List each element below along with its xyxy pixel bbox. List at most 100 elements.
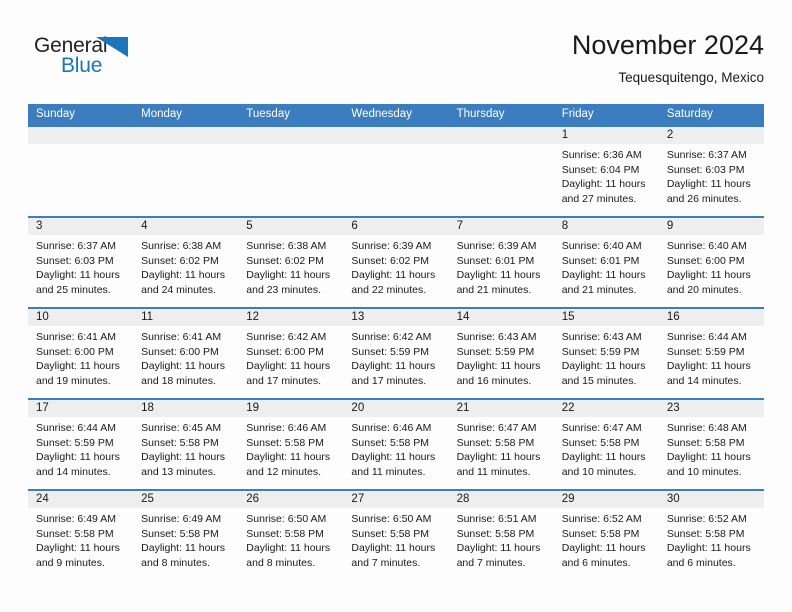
daylight-text-line1: Daylight: 11 hours (351, 360, 436, 373)
daylight-text-line1: Daylight: 11 hours (456, 360, 541, 373)
weekday-header-thursday: Thursday (456, 108, 505, 120)
daylight-text-line2: and 11 minutes. (351, 465, 426, 478)
sunrise-text: Sunrise: 6:39 AM (456, 240, 537, 252)
daylight-text-line2: and 16 minutes. (456, 374, 532, 387)
day-number: 16 (666, 311, 680, 323)
day-cell[interactable]: Sunrise: 6:48 AM Sunset: 5:58 PM Dayligh… (659, 417, 764, 489)
daylight-text-line2: and 7 minutes. (351, 556, 421, 569)
sunrise-text: Sunrise: 6:40 AM (666, 240, 747, 252)
sunset-text: Sunset: 5:58 PM (561, 527, 640, 540)
calendar-page: General Blue November 2024 Tequesquiteng… (0, 0, 792, 612)
day-cell[interactable]: Sunrise: 6:45 AM Sunset: 5:58 PM Dayligh… (133, 417, 238, 489)
daylight-text-line1: Daylight: 11 hours (246, 451, 331, 464)
sunrise-text: Sunrise: 6:49 AM (36, 513, 116, 525)
day-number: 29 (561, 493, 575, 505)
sunset-text: Sunset: 5:58 PM (561, 436, 640, 449)
day-cell[interactable]: Sunrise: 6:40 AM Sunset: 6:00 PM Dayligh… (659, 235, 764, 307)
day-number: 26 (246, 493, 260, 505)
day-cell[interactable]: Sunrise: 6:49 AM Sunset: 5:58 PM Dayligh… (133, 508, 238, 580)
daylight-text-line1: Daylight: 11 hours (141, 542, 225, 555)
day-number (133, 127, 238, 144)
day-cell[interactable]: Sunrise: 6:51 AM Sunset: 5:58 PM Dayligh… (449, 508, 554, 580)
daylight-text-line2: and 17 minutes. (246, 374, 321, 387)
sunrise-text: Sunrise: 6:44 AM (666, 331, 747, 343)
day-cell[interactable]: Sunrise: 6:42 AM Sunset: 6:00 PM Dayligh… (238, 326, 343, 398)
daylight-text-line2: and 19 minutes. (36, 374, 111, 387)
day-number: 11 (141, 311, 154, 323)
day-cell[interactable]: Sunrise: 6:39 AM Sunset: 6:02 PM Dayligh… (343, 235, 448, 307)
weekday-header-row: Sunday Monday Tuesday Wednesday Thursday… (28, 104, 764, 125)
daylight-text-line2: and 17 minutes. (351, 374, 427, 387)
daylight-text-line2: and 14 minutes. (36, 465, 111, 478)
day-cell[interactable]: Sunrise: 6:37 AM Sunset: 6:03 PM Dayligh… (28, 235, 133, 307)
daylight-text-line1: Daylight: 11 hours (561, 542, 646, 555)
day-cell-empty (343, 144, 448, 216)
day-cell[interactable]: Sunrise: 6:43 AM Sunset: 5:59 PM Dayligh… (449, 326, 554, 398)
day-cell[interactable]: Sunrise: 6:44 AM Sunset: 5:59 PM Dayligh… (659, 326, 764, 398)
day-number: 13 (351, 311, 365, 323)
day-cell[interactable]: Sunrise: 6:38 AM Sunset: 6:02 PM Dayligh… (133, 235, 238, 307)
sunrise-text: Sunrise: 6:46 AM (351, 422, 432, 434)
daylight-text-line2: and 10 minutes. (666, 465, 742, 478)
day-cell[interactable]: Sunrise: 6:38 AM Sunset: 6:02 PM Dayligh… (238, 235, 343, 307)
day-cell[interactable]: Sunrise: 6:49 AM Sunset: 5:58 PM Dayligh… (28, 508, 133, 580)
day-cell[interactable]: Sunrise: 6:44 AM Sunset: 5:59 PM Dayligh… (28, 417, 133, 489)
sunrise-text: Sunrise: 6:49 AM (141, 513, 222, 525)
day-number: 22 (561, 402, 575, 414)
day-number: 1 (561, 129, 569, 141)
daylight-text-line2: and 15 minutes. (561, 374, 637, 387)
sunset-text: Sunset: 5:59 PM (456, 345, 535, 358)
day-cell[interactable]: Sunrise: 6:47 AM Sunset: 5:58 PM Dayligh… (554, 417, 659, 489)
daylight-text-line1: Daylight: 11 hours (561, 269, 646, 282)
day-cell[interactable]: Sunrise: 6:47 AM Sunset: 5:58 PM Dayligh… (449, 417, 554, 489)
daylight-text-line2: and 6 minutes. (666, 556, 736, 569)
day-cell[interactable]: Sunrise: 6:41 AM Sunset: 6:00 PM Dayligh… (133, 326, 238, 398)
day-number: 15 (561, 311, 575, 323)
day-cell[interactable]: Sunrise: 6:36 AM Sunset: 6:04 PM Dayligh… (554, 144, 659, 216)
daylight-text-line2: and 27 minutes. (561, 192, 637, 205)
day-number: 6 (351, 220, 358, 232)
week-body: Sunrise: 6:49 AM Sunset: 5:58 PM Dayligh… (28, 508, 764, 580)
day-cell[interactable]: Sunrise: 6:46 AM Sunset: 5:58 PM Dayligh… (238, 417, 343, 489)
sunset-text: Sunset: 6:02 PM (141, 254, 219, 267)
day-cell[interactable]: Sunrise: 6:46 AM Sunset: 5:58 PM Dayligh… (343, 417, 448, 489)
sunrise-text: Sunrise: 6:52 AM (666, 513, 747, 525)
sunrise-text: Sunrise: 6:42 AM (246, 331, 327, 343)
day-cell[interactable]: Sunrise: 6:43 AM Sunset: 5:59 PM Dayligh… (554, 326, 659, 398)
daylight-text-line1: Daylight: 11 hours (666, 269, 751, 282)
day-number: 21 (456, 402, 470, 414)
sunset-text: Sunset: 5:59 PM (561, 345, 640, 358)
sunrise-text: Sunrise: 6:41 AM (141, 331, 222, 343)
day-cell[interactable]: Sunrise: 6:52 AM Sunset: 5:58 PM Dayligh… (554, 508, 659, 580)
daylight-text-line1: Daylight: 11 hours (666, 451, 751, 464)
daylight-text-line2: and 24 minutes. (141, 283, 216, 296)
day-cell[interactable]: Sunrise: 6:39 AM Sunset: 6:01 PM Dayligh… (449, 235, 554, 307)
sunset-text: Sunset: 5:58 PM (36, 527, 114, 540)
week-number-band: 17 18 19 20 21 22 23 (28, 400, 764, 417)
daylight-text-line2: and 8 minutes. (141, 556, 211, 569)
sunset-text: Sunset: 5:58 PM (666, 527, 745, 540)
daylight-text-line1: Daylight: 11 hours (246, 360, 331, 373)
weekday-header-wednesday: Wednesday (351, 108, 412, 120)
sunset-text: Sunset: 6:03 PM (666, 163, 745, 176)
day-cell[interactable]: Sunrise: 6:50 AM Sunset: 5:58 PM Dayligh… (238, 508, 343, 580)
daylight-text-line2: and 11 minutes. (456, 465, 531, 478)
week-row: 17 18 19 20 21 22 23 Sunrise: 6:44 AM Su… (28, 398, 764, 489)
daylight-text-line1: Daylight: 11 hours (36, 542, 120, 555)
day-number: 4 (141, 220, 148, 232)
sunrise-text: Sunrise: 6:43 AM (456, 331, 537, 343)
daylight-text-line2: and 21 minutes. (561, 283, 637, 296)
day-cell[interactable]: Sunrise: 6:40 AM Sunset: 6:01 PM Dayligh… (554, 235, 659, 307)
day-cell[interactable]: Sunrise: 6:41 AM Sunset: 6:00 PM Dayligh… (28, 326, 133, 398)
general-blue-logo[interactable]: General Blue (34, 34, 164, 82)
sunrise-text: Sunrise: 6:41 AM (36, 331, 116, 343)
day-cell[interactable]: Sunrise: 6:50 AM Sunset: 5:58 PM Dayligh… (343, 508, 448, 580)
day-cell[interactable]: Sunrise: 6:37 AM Sunset: 6:03 PM Dayligh… (659, 144, 764, 216)
sunrise-text: Sunrise: 6:36 AM (561, 149, 642, 161)
day-cell[interactable]: Sunrise: 6:42 AM Sunset: 5:59 PM Dayligh… (343, 326, 448, 398)
day-cell[interactable]: Sunrise: 6:52 AM Sunset: 5:58 PM Dayligh… (659, 508, 764, 580)
daylight-text-line2: and 12 minutes. (246, 465, 321, 478)
week-number-band: 1 2 (28, 127, 764, 144)
daylight-text-line2: and 25 minutes. (36, 283, 111, 296)
sunrise-text: Sunrise: 6:37 AM (36, 240, 116, 252)
